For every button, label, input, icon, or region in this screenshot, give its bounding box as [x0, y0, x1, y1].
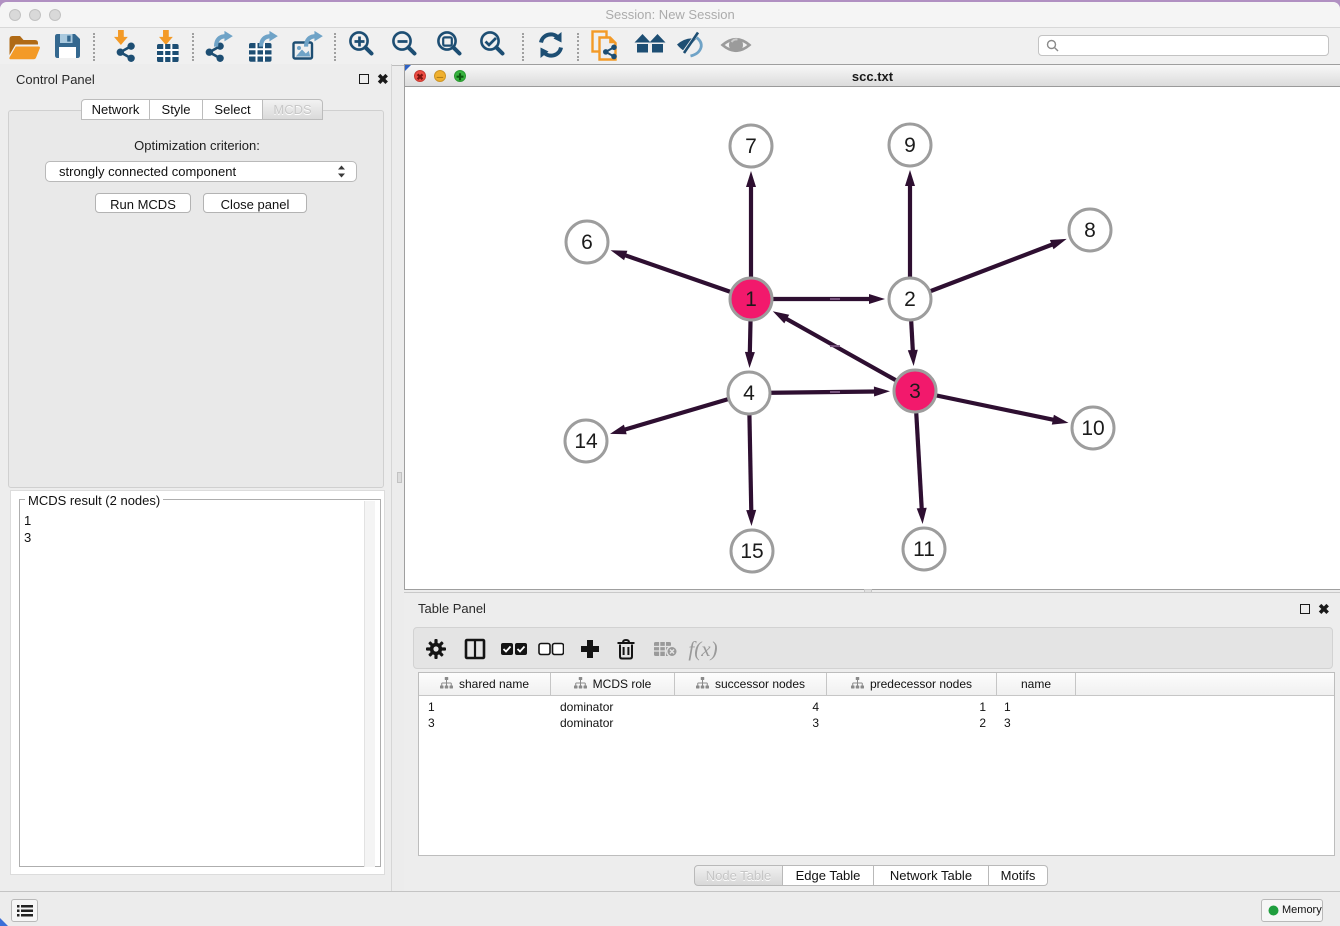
svg-text:10: 10	[1081, 417, 1104, 440]
svg-text:8: 8	[1084, 219, 1096, 242]
svg-text:2: 2	[904, 288, 916, 311]
svg-text:9: 9	[904, 134, 916, 157]
svg-text:6: 6	[581, 231, 593, 254]
svg-text:14: 14	[574, 430, 598, 453]
svg-text:3: 3	[909, 380, 921, 403]
svg-text:15: 15	[740, 540, 763, 563]
svg-text:4: 4	[743, 382, 755, 405]
svg-text:1: 1	[745, 288, 757, 311]
svg-text:11: 11	[913, 538, 935, 561]
svg-text:7: 7	[745, 135, 757, 158]
